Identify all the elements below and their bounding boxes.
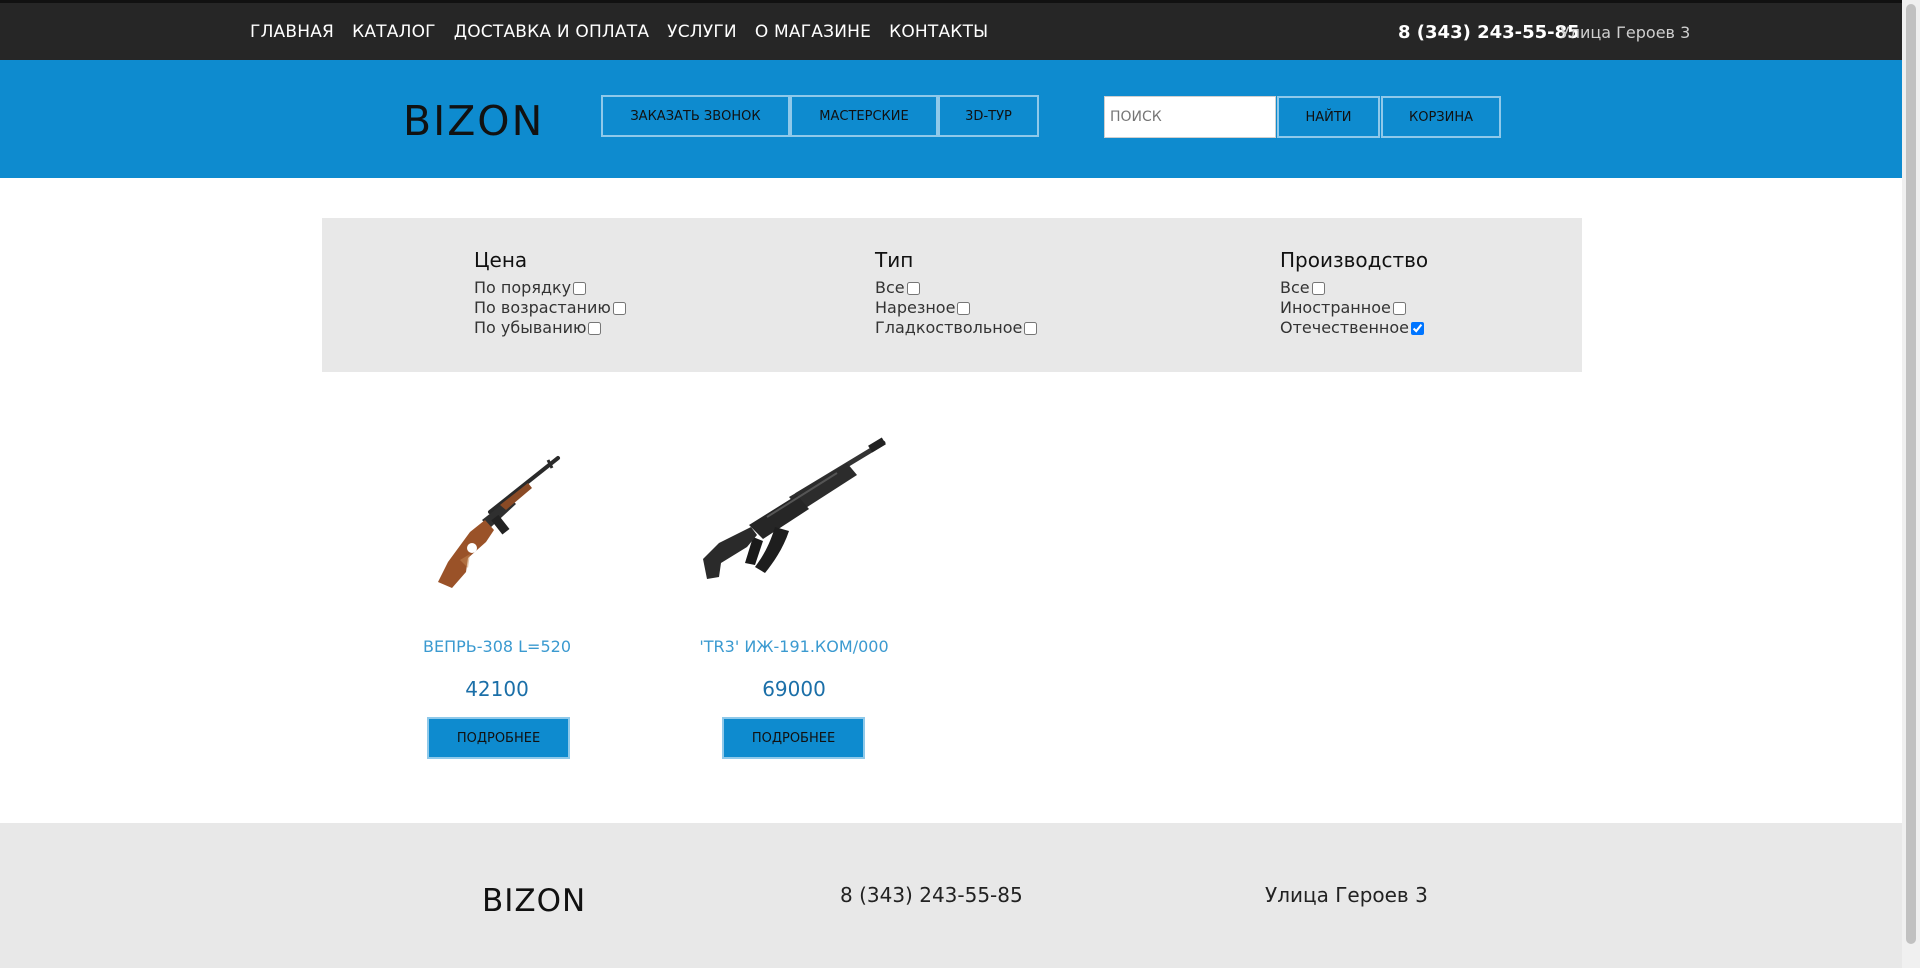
product-image-rifle[interactable] (697, 437, 892, 587)
scrollbar-thumb[interactable] (1906, 4, 1916, 944)
filter-checkbox-domestic[interactable] (1411, 321, 1424, 335)
cart-button[interactable]: КОРЗИНА (1381, 96, 1501, 138)
filter-option[interactable]: Гладкоствольное (875, 318, 1038, 338)
filter-option[interactable]: Отечественное (1280, 318, 1428, 338)
nav-item-about[interactable]: О МАГАЗИНЕ (755, 22, 871, 42)
filter-checkbox[interactable] (1392, 301, 1406, 315)
nav-item-contacts[interactable]: КОНТАКТЫ (889, 22, 988, 42)
main-nav: ГЛАВНАЯ КАТАЛОГ ДОСТАВКА И ОПЛАТА УСЛУГИ… (250, 22, 988, 42)
filter-title-type: Тип (875, 248, 914, 272)
top-navbar: ГЛАВНАЯ КАТАЛОГ ДОСТАВКА И ОПЛАТА УСЛУГИ… (0, 0, 1902, 60)
product-image-rifle[interactable] (430, 450, 570, 590)
header-phone: 8 (343) 243-55-85 (1398, 22, 1580, 43)
nav-item-home[interactable]: ГЛАВНАЯ (250, 22, 334, 42)
site-logo[interactable]: BIZON (403, 97, 544, 145)
filter-option[interactable]: По убыванию (474, 318, 626, 338)
order-call-button[interactable]: ЗАКАЗАТЬ ЗВОНОК (601, 95, 790, 137)
workshops-button[interactable]: МАСТЕРСКИЕ (790, 95, 938, 137)
filter-checkbox[interactable] (573, 281, 587, 295)
nav-item-catalog[interactable]: КАТАЛОГ (352, 22, 436, 42)
product-price: 42100 (465, 677, 529, 701)
search-input[interactable] (1104, 96, 1276, 138)
product-name[interactable]: 'TR3' ИЖ-191.КОМ/000 (664, 637, 924, 656)
site-footer: BIZON 8 (343) 243-55-85 Улица Героев 3 (0, 823, 1902, 968)
page-scrollbar[interactable] (1902, 0, 1920, 968)
filter-checkbox[interactable] (1311, 281, 1325, 295)
search-button[interactable]: НАЙТИ (1277, 96, 1380, 138)
filter-panel: Цена По порядку По возрастанию По убыван… (322, 218, 1582, 372)
footer-logo[interactable]: BIZON (482, 883, 586, 919)
filter-option[interactable]: Нарезное (875, 298, 1037, 318)
filter-group-origin: Производство Все Иностранное Отечественн… (1280, 248, 1428, 338)
filter-checkbox[interactable] (588, 321, 602, 335)
filter-checkbox[interactable] (957, 301, 971, 315)
header-buttons: ЗАКАЗАТЬ ЗВОНОК МАСТЕРСКИЕ 3D-ТУР (601, 95, 1039, 137)
site-header: BIZON ЗАКАЗАТЬ ЗВОНОК МАСТЕРСКИЕ 3D-ТУР … (0, 60, 1902, 178)
filter-option[interactable]: По возрастанию (474, 298, 626, 318)
filter-group-type: Тип Все Нарезное Гладкоствольное (875, 248, 1038, 338)
filter-title-price: Цена (474, 248, 528, 272)
product-details-button[interactable]: ПОДРОБНЕЕ (427, 717, 570, 759)
filter-option[interactable]: Иностранное (1280, 298, 1428, 318)
nav-item-delivery[interactable]: ДОСТАВКА И ОПЛАТА (454, 22, 649, 42)
filter-checkbox[interactable] (1024, 321, 1038, 335)
nav-item-services[interactable]: УСЛУГИ (667, 22, 737, 42)
3d-tour-button[interactable]: 3D-ТУР (938, 95, 1039, 137)
filter-option[interactable]: По порядку (474, 278, 626, 298)
filter-checkbox[interactable] (906, 281, 920, 295)
filter-title-origin: Производство (1280, 248, 1429, 272)
filter-option[interactable]: Все (875, 278, 1037, 298)
filter-group-price: Цена По порядку По возрастанию По убыван… (474, 248, 626, 338)
footer-address: Улица Героев 3 (1265, 883, 1428, 907)
footer-phone: 8 (343) 243-55-85 (840, 883, 1023, 907)
product-details-button[interactable]: ПОДРОБНЕЕ (722, 717, 865, 759)
product-price: 69000 (762, 677, 826, 701)
header-address: Улица Героев 3 (1560, 23, 1691, 42)
product-name[interactable]: ВЕПРЬ-308 L=520 (367, 637, 627, 656)
filter-option[interactable]: Все (1280, 278, 1428, 298)
filter-checkbox[interactable] (612, 301, 626, 315)
